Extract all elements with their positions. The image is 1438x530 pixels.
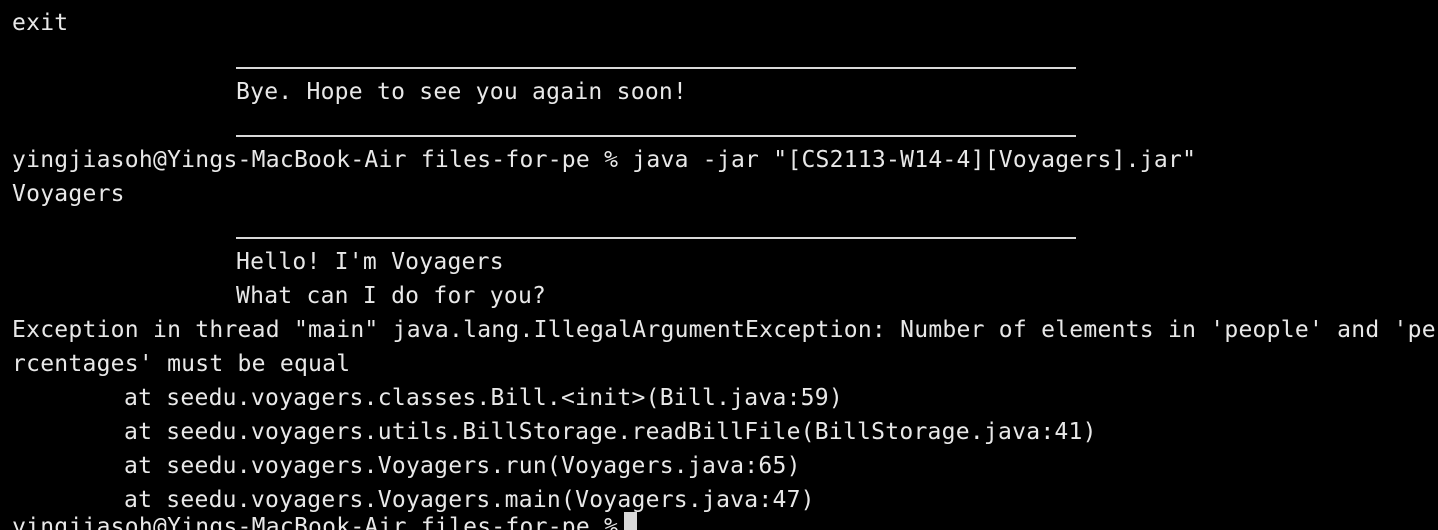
divider-line bbox=[236, 135, 1076, 137]
text-cursor bbox=[624, 512, 638, 530]
divider-line bbox=[236, 67, 1076, 69]
terminal-line-exception-continued: rcentages' must be equal bbox=[12, 351, 351, 377]
terminal-line-app-name: Voyagers bbox=[12, 181, 125, 207]
terminal-line-exception: Exception in thread "main" java.lang.Ill… bbox=[12, 317, 1436, 343]
terminal-line-hello: Hello! I'm Voyagers bbox=[236, 249, 504, 275]
terminal-line-prompt-run: yingjiasoh@Yings-MacBook-Air files-for-p… bbox=[12, 147, 1197, 173]
stack-trace-line: at seedu.voyagers.Voyagers.run(Voyagers.… bbox=[124, 453, 801, 479]
terminal-line-bye-message: Bye. Hope to see you again soon! bbox=[236, 79, 688, 105]
terminal-prompt-text: yingjiasoh@Yings-MacBook-Air files-for-p… bbox=[12, 514, 619, 530]
divider-line bbox=[236, 237, 1076, 239]
terminal-window[interactable]: exit Bye. Hope to see you again soon! yi… bbox=[0, 0, 1438, 530]
terminal-prompt-line[interactable]: yingjiasoh@Yings-MacBook-Air files-for-p… bbox=[12, 510, 638, 530]
terminal-line-ask: What can I do for you? bbox=[236, 283, 547, 309]
stack-trace-line: at seedu.voyagers.classes.Bill.<init>(Bi… bbox=[124, 385, 843, 411]
stack-trace-line: at seedu.voyagers.utils.BillStorage.read… bbox=[124, 419, 1097, 445]
terminal-line-exit-command: exit bbox=[12, 10, 69, 36]
